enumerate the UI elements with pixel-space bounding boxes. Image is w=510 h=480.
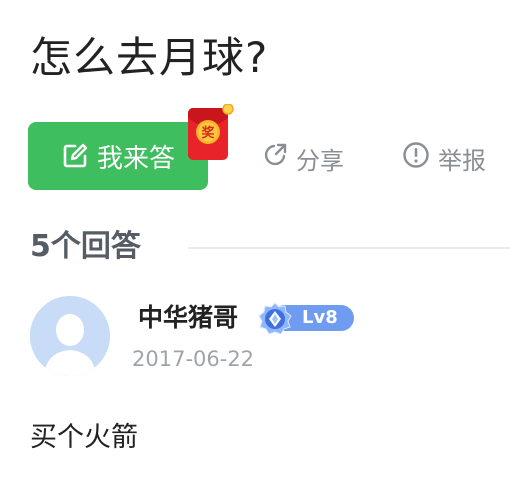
action-row: 我来答 奖 分享 举报 (28, 103, 498, 194)
answer-date: 2017-06-22 (132, 347, 255, 371)
report-label: 举报 (438, 146, 486, 175)
answers-count: 5个回答 (30, 229, 141, 264)
answer-button-label: 我来答 (96, 143, 175, 174)
report-icon (402, 141, 430, 175)
redpacket-text: 奖 (201, 125, 215, 141)
share-link[interactable]: 分享 (262, 140, 344, 176)
question-title: 怎么去月球? (30, 33, 269, 82)
avatar[interactable] (30, 296, 110, 376)
share-label: 分享 (296, 146, 344, 175)
answer-button[interactable]: 我来答 (28, 122, 208, 190)
redpacket-badge[interactable]: 奖 (186, 103, 234, 162)
section-divider (188, 247, 510, 249)
share-icon (262, 142, 288, 174)
level-text: Lv8 (302, 307, 338, 328)
level-badge: Lv8 (258, 302, 356, 336)
gem-icon (258, 302, 292, 336)
report-link[interactable]: 举报 (402, 140, 486, 176)
answer-content: 买个火箭 (30, 422, 138, 453)
question-page: 怎么去月球? 我来答 奖 分享 举报 5个回答 中华猪哥 Lv8 2017-06… (0, 0, 510, 480)
answers-header: 5个回答 (30, 224, 510, 270)
edit-icon (61, 142, 89, 170)
answer-author[interactable]: 中华猪哥 (138, 298, 238, 338)
